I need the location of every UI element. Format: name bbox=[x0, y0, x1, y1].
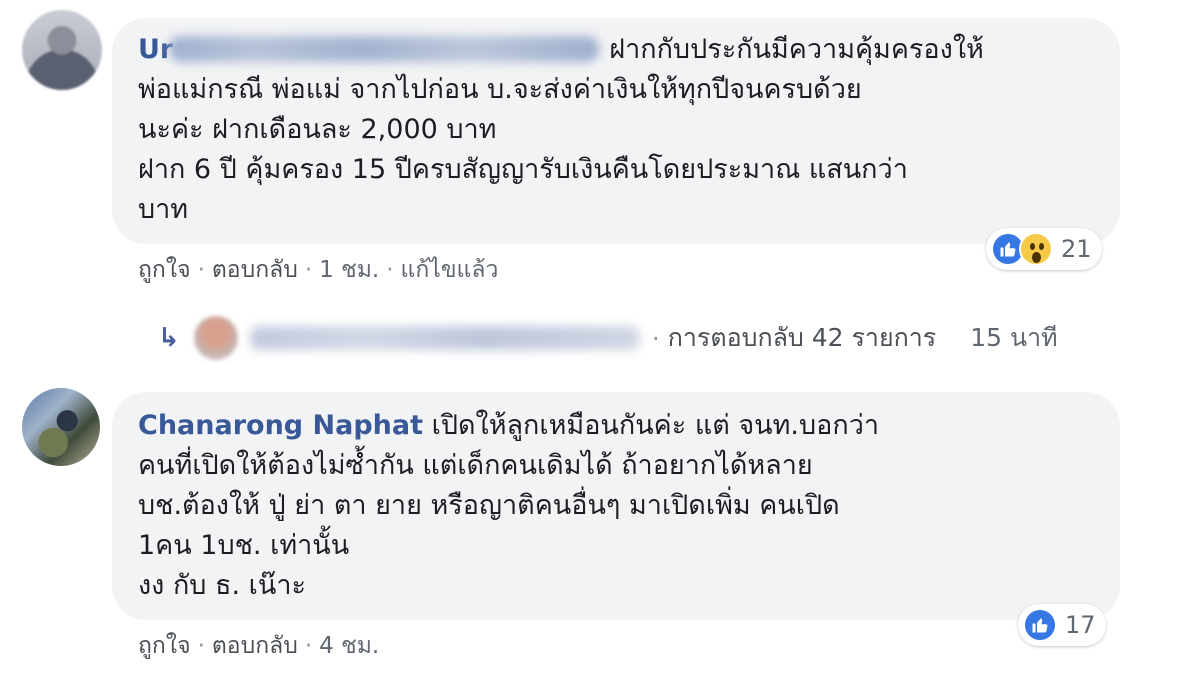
comment-actions: ถูกใจ · ตอบกลับ · 1 ชม. · แก้ไขแล้ว bbox=[138, 252, 498, 288]
separator-dot: · bbox=[197, 633, 205, 659]
comment-thread: Ur ฝากกับประกันมีความคุ้มครองให้ พ่อแม่กร… bbox=[0, 0, 1200, 682]
timestamp[interactable]: 1 ชม. bbox=[319, 257, 379, 283]
separator-dot: · bbox=[304, 257, 313, 283]
reply-link[interactable]: ตอบกลับ bbox=[212, 257, 298, 283]
separator-dot: · bbox=[197, 257, 205, 283]
reaction-summary[interactable]: 17 bbox=[1018, 604, 1106, 646]
like-link[interactable]: ถูกใจ bbox=[138, 633, 191, 659]
reply-link[interactable]: ตอบกลับ bbox=[212, 633, 298, 659]
wow-icon bbox=[1019, 232, 1053, 266]
avatar[interactable] bbox=[22, 10, 102, 90]
separator-dot: · bbox=[304, 633, 313, 659]
like-link[interactable]: ถูกใจ bbox=[138, 257, 191, 283]
blurred-author-name bbox=[169, 35, 600, 62]
comment-body: Chanarong Naphat เปิดให้ลูกเหมือนกันค่ะ … bbox=[138, 406, 1113, 606]
replies-summary[interactable]: ↳ · การตอบกลับ 42 รายการ 15 นาที bbox=[158, 316, 1198, 360]
author-name[interactable]: Chanarong Naphat bbox=[138, 410, 423, 441]
separator-dot: · bbox=[651, 323, 660, 353]
comment-body: Ur ฝากกับประกันมีความคุ้มครองให้ พ่อแม่กร… bbox=[138, 30, 1113, 230]
avatar[interactable] bbox=[22, 388, 100, 466]
timestamp[interactable]: 4 ชม. bbox=[319, 633, 379, 659]
comment-text: พ่อแม่กรณี พ่อแม่ จากไปก่อน บ.จะส่งค่าเง… bbox=[138, 74, 908, 225]
like-icon bbox=[1023, 608, 1057, 642]
reply-arrow-icon: ↳ bbox=[158, 323, 180, 353]
reply-avatar bbox=[193, 316, 238, 360]
reaction-summary[interactable]: 21 bbox=[986, 228, 1102, 270]
comment-actions: ถูกใจ · ตอบกลับ · 4 ชม. bbox=[138, 628, 379, 664]
reply-timestamp: 15 นาที bbox=[970, 323, 1058, 352]
reaction-count: 17 bbox=[1065, 611, 1096, 639]
blurred-reply-author bbox=[249, 326, 640, 350]
view-replies-link[interactable]: การตอบกลับ 42 รายการ bbox=[668, 318, 936, 358]
reaction-count: 21 bbox=[1061, 235, 1092, 263]
comment-text-first-line: ฝากกับประกันมีความคุ้มครองให้ bbox=[609, 34, 984, 65]
author-name[interactable]: Ur bbox=[138, 34, 173, 65]
edited-label[interactable]: แก้ไขแล้ว bbox=[401, 257, 499, 283]
separator-dot: · bbox=[386, 257, 394, 283]
